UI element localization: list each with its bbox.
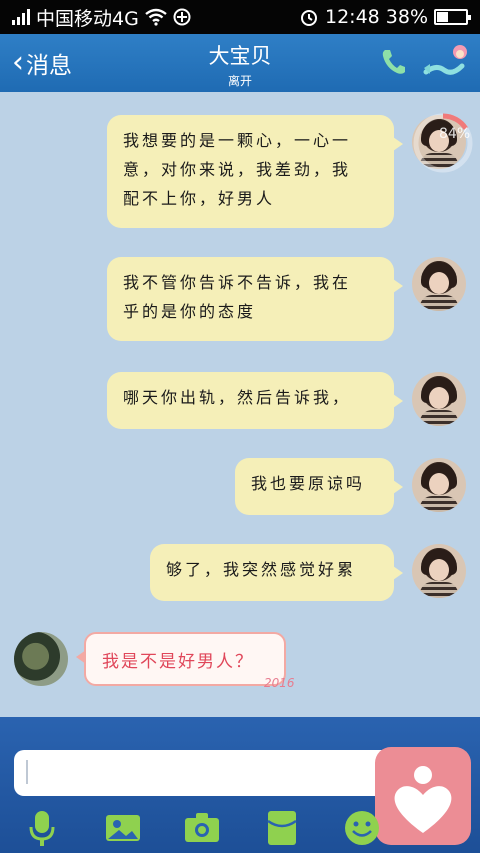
message-line: 意，对你来说，我差劲，我 [123,160,352,179]
my-avatar[interactable] [412,257,466,311]
incoming-message-bubble[interactable]: 我是不是好男人？ [76,632,286,686]
chat-message-list[interactable]: 我想要的是一颗心，一心一 意，对你来说，我差劲，我 配不上你，好男人 84% 我… [0,92,480,717]
message-line: 我是不是好男人？ [102,652,254,672]
message-line: 乎的是你的态度 [123,302,257,321]
emoji-icon[interactable] [343,809,381,847]
chat-title-block: 大宝贝 离开 [0,40,480,89]
message-input[interactable] [14,750,409,796]
wifi-icon [145,8,167,26]
message-line: 我也要原谅吗 [251,474,366,493]
message-line: 我想要的是一颗心，一心一 [123,131,352,150]
red-packet-icon[interactable] [263,809,301,847]
chat-header: ‹ 消息 大宝贝 离开 [0,34,480,92]
message-bubble[interactable]: 我想要的是一颗心，一心一 意，对你来说，我差劲，我 配不上你，好男人 [107,115,403,228]
microphone-icon[interactable] [23,809,61,847]
my-avatar[interactable] [412,372,466,426]
text-caret [26,760,28,784]
sync-icon [173,8,191,26]
message-bubble[interactable]: 哪天你出轨，然后告诉我， [107,372,403,429]
my-avatar[interactable] [412,544,466,598]
message-line: 我不管你告诉不告诉，我在 [123,273,352,292]
bubble-decoration-text: 2016 [264,676,295,690]
message-bubble[interactable]: 我也要原谅吗 [235,458,403,515]
message-bubble[interactable]: 我不管你告诉不告诉，我在 乎的是你的态度 [107,257,403,341]
image-icon[interactable] [104,809,142,847]
contact-name: 大宝贝 [208,44,272,68]
contact-status: 离开 [227,74,252,88]
message-line: 哪天你出轨，然后告诉我， [123,388,352,407]
camera-icon[interactable] [183,809,221,847]
carrier-label: 中国移动4G [36,7,139,30]
upload-progress-ring [413,113,473,173]
input-area [0,717,480,853]
message-line: 够了，我突然感觉好累 [166,560,357,579]
input-toolbar [0,805,480,853]
signal-icon [12,9,30,25]
mermaid-icon[interactable] [422,42,470,82]
phone-icon[interactable] [380,48,406,76]
battery-percent: 38% [385,6,428,28]
message-bubble[interactable]: 够了，我突然感觉好累 [150,544,403,601]
upload-progress-text: 84% [439,126,471,142]
contact-avatar[interactable] [14,632,68,686]
battery-icon [434,9,471,25]
status-bar: 中国移动4G 12:48 38% [0,0,480,34]
alarm-icon [301,10,317,26]
clock-time: 12:48 [325,6,380,28]
message-line: 配不上你，好男人 [123,189,276,208]
my-avatar[interactable] [412,458,466,512]
